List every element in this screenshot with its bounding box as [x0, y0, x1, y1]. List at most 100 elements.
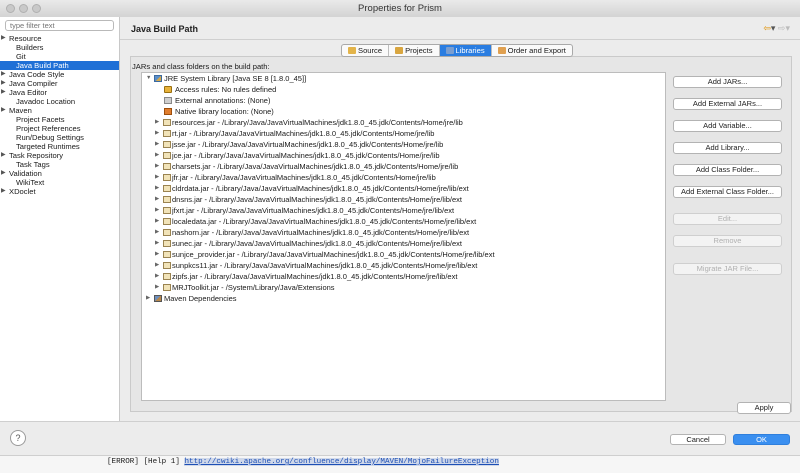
expand-arrow-icon[interactable]: ▶ [155, 216, 159, 227]
sidebar-item[interactable]: Targeted Runtimes [0, 142, 119, 151]
sidebar-item[interactable]: ▶ Resource [0, 34, 119, 43]
build-path-entry[interactable]: Native library location: (None) [142, 106, 665, 117]
sidebar-item[interactable]: Project References [0, 124, 119, 133]
expand-arrow-icon[interactable]: ▶ [1, 88, 6, 97]
expand-arrow-icon[interactable]: ▶ [1, 70, 6, 79]
expand-arrow-icon[interactable]: ▶ [146, 293, 150, 304]
build-path-entry[interactable]: ▶ jce.jar - /Library/Java/JavaVirtualMach… [142, 150, 665, 161]
sidebar-item-label: Validation [9, 169, 42, 178]
tab-order-and-export[interactable]: Order and Export [492, 45, 572, 56]
build-path-list[interactable]: ▼ JRE System Library [Java SE 8 [1.8.0_45… [141, 72, 666, 401]
sidebar-item[interactable]: ▶ Java Editor [0, 88, 119, 97]
sidebar-item[interactable]: ▶ Maven [0, 106, 119, 115]
expand-arrow-icon[interactable]: ▶ [1, 106, 6, 115]
build-path-entry[interactable]: ▶ localedata.jar - /Library/Java/JavaVirt… [142, 216, 665, 227]
jar-file-icon [163, 174, 171, 181]
back-dropdown-icon[interactable]: ▾ [771, 23, 776, 33]
expand-arrow-icon[interactable]: ▶ [155, 205, 159, 216]
expand-arrow-icon[interactable]: ▶ [155, 183, 159, 194]
tab-libraries[interactable]: Libraries [439, 45, 492, 56]
expand-arrow-icon[interactable]: ▶ [155, 238, 159, 249]
expand-arrow-icon[interactable]: ▶ [155, 161, 159, 172]
build-path-entry[interactable]: ▶ Maven Dependencies [142, 293, 665, 304]
sidebar-item[interactable]: WikiText [0, 178, 119, 187]
build-path-entry[interactable]: ▶ resources.jar - /Library/Java/JavaVirtu… [142, 117, 665, 128]
sidebar-item[interactable]: ▶ XDoclet [0, 187, 119, 196]
sidebar-item[interactable]: ▶ Java Code Style [0, 70, 119, 79]
ok-button[interactable]: OK [733, 434, 790, 445]
expand-arrow-icon[interactable]: ▶ [155, 117, 159, 128]
expand-arrow-icon[interactable]: ▶ [155, 260, 159, 271]
filter-input[interactable] [5, 20, 114, 31]
expand-arrow-icon[interactable]: ▶ [155, 128, 159, 139]
build-path-entry[interactable]: ▶ rt.jar - /Library/Java/JavaVirtualMachi… [142, 128, 665, 139]
entry-label: cldrdata.jar - /Library/Java/JavaVirtual… [172, 184, 469, 193]
expand-arrow-icon[interactable]: ▶ [1, 34, 6, 43]
sidebar-item[interactable]: Project Facets [0, 115, 119, 124]
sidebar-item-label: Java Compiler [9, 79, 58, 88]
tab-source[interactable]: Source [342, 45, 390, 56]
build-path-entry[interactable]: ▶ cldrdata.jar - /Library/Java/JavaVirtua… [142, 183, 665, 194]
sidebar-item[interactable]: Javadoc Location [0, 97, 119, 106]
build-path-entry[interactable]: External annotations: (None) [142, 95, 665, 106]
collapse-arrow-icon[interactable]: ▼ [146, 73, 151, 84]
entry-label: rt.jar - /Library/Java/JavaVirtualMachin… [172, 129, 435, 138]
forward-dropdown-icon[interactable]: ▾ [785, 23, 790, 33]
remove-button[interactable]: Remove [673, 235, 782, 247]
tab-label: Projects [405, 46, 433, 55]
build-path-entry[interactable]: ▶ sunec.jar - /Library/Java/JavaVirtualMa… [142, 238, 665, 249]
build-path-entry[interactable]: ▶ jfr.jar - /Library/Java/JavaVirtualMach… [142, 172, 665, 183]
expand-arrow-icon[interactable]: ▶ [1, 79, 6, 88]
build-path-entry[interactable]: ▶ zipfs.jar - /Library/Java/JavaVirtualMa… [142, 271, 665, 282]
expand-arrow-icon[interactable]: ▶ [155, 172, 159, 183]
back-arrow-icon[interactable]: ⇦ [763, 23, 771, 33]
build-path-entry[interactable]: ▶ sunpkcs11.jar - /Library/Java/JavaVirtu… [142, 260, 665, 271]
help-icon[interactable]: ? [10, 430, 26, 446]
expand-arrow-icon[interactable]: ▶ [1, 151, 6, 160]
page-title: Java Build Path [131, 24, 199, 34]
expand-arrow-icon[interactable]: ▶ [155, 227, 159, 238]
apply-button[interactable]: Apply [737, 402, 791, 414]
expand-arrow-icon[interactable]: ▶ [155, 282, 159, 293]
build-path-entry[interactable]: ▶ MRJToolkit.jar - /System/Library/Java/E… [142, 282, 665, 293]
jar-file-icon [163, 240, 171, 247]
tab-projects[interactable]: Projects [389, 45, 440, 56]
add-library-button[interactable]: Add Library... [673, 142, 782, 154]
add-external-jars-button[interactable]: Add External JARs... [673, 98, 782, 110]
page-separator [120, 39, 800, 40]
expand-arrow-icon[interactable]: ▶ [155, 194, 159, 205]
build-path-entry[interactable]: ▶ jfxrt.jar - /Library/Java/JavaVirtualMa… [142, 205, 665, 216]
cancel-button[interactable]: Cancel [670, 434, 726, 445]
build-path-entry[interactable]: ▶ nashorn.jar - /Library/Java/JavaVirtual… [142, 227, 665, 238]
expand-arrow-icon[interactable]: ▶ [155, 249, 159, 260]
sidebar-item[interactable]: Task Tags [0, 160, 119, 169]
add-variable-button[interactable]: Add Variable... [673, 120, 782, 132]
jar-file-icon [163, 130, 171, 137]
sidebar-item[interactable]: Java Build Path [0, 61, 119, 70]
edit-button[interactable]: Edit... [673, 213, 782, 225]
console-link[interactable]: http://cwiki.apache.org/confluence/displ… [184, 458, 499, 466]
expand-arrow-icon[interactable]: ▶ [1, 187, 6, 196]
sidebar-item[interactable]: ▶ Task Repository [0, 151, 119, 160]
sidebar-item[interactable]: ▶ Validation [0, 169, 119, 178]
sidebar-item[interactable]: Git [0, 52, 119, 61]
sidebar-item[interactable]: Run/Debug Settings [0, 133, 119, 142]
build-path-entry[interactable]: ▶ charsets.jar - /Library/Java/JavaVirtua… [142, 161, 665, 172]
build-path-entry[interactable]: Access rules: No rules defined [142, 84, 665, 95]
expand-arrow-icon[interactable]: ▶ [155, 271, 159, 282]
sidebar-item[interactable]: Builders [0, 43, 119, 52]
entry-label: jce.jar - /Library/Java/JavaVirtualMachi… [172, 151, 440, 160]
add-jars-button[interactable]: Add JARs... [673, 76, 782, 88]
sidebar-item[interactable]: ▶ Java Compiler [0, 79, 119, 88]
expand-arrow-icon[interactable]: ▶ [155, 139, 159, 150]
entry-label: resources.jar - /Library/Java/JavaVirtua… [172, 118, 463, 127]
build-path-entry[interactable]: ▶ jsse.jar - /Library/Java/JavaVirtualMac… [142, 139, 665, 150]
build-path-entry[interactable]: ▼ JRE System Library [Java SE 8 [1.8.0_45… [142, 73, 665, 84]
expand-arrow-icon[interactable]: ▶ [1, 169, 6, 178]
expand-arrow-icon[interactable]: ▶ [155, 150, 159, 161]
migrate-jar-file-button[interactable]: Migrate JAR File... [673, 263, 782, 275]
build-path-entry[interactable]: ▶ dnsns.jar - /Library/Java/JavaVirtualMa… [142, 194, 665, 205]
add-class-folder-button[interactable]: Add Class Folder... [673, 164, 782, 176]
build-path-entry[interactable]: ▶ sunjce_provider.jar - /Library/Java/Jav… [142, 249, 665, 260]
add-external-class-folder-button[interactable]: Add External Class Folder... [673, 186, 782, 198]
